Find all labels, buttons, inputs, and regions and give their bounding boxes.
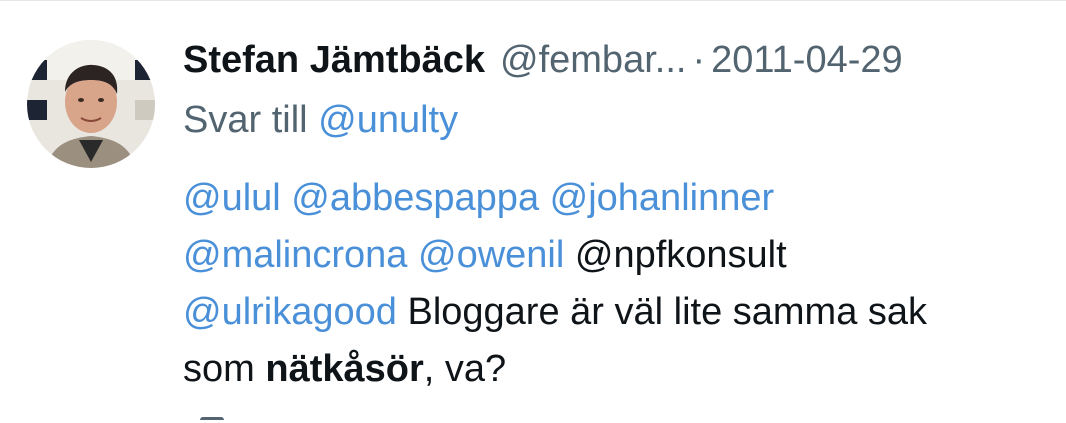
separator-dot: · — [692, 39, 706, 81]
tweet-body-text: som — [183, 348, 255, 390]
reply-to-mention[interactable]: @unulty — [318, 99, 458, 141]
mention-link[interactable]: @ulrikagood — [183, 291, 397, 333]
tweet-text-line: som nätkåsör, va? — [183, 341, 1063, 398]
tweet-bold-text: nätkåsör — [265, 348, 424, 390]
reply-prefix: Svar till — [183, 99, 308, 141]
tweet-date[interactable]: 2011-04-29 — [711, 38, 903, 82]
tweet-text-line: @ulrikagood Bloggare är väl lite samma s… — [183, 284, 1063, 341]
tweet-text-line: @ulul @abbespappa @johanlinner — [183, 170, 1063, 227]
avatar-photo-icon — [27, 40, 155, 168]
mention-link[interactable]: @abbespappa — [291, 177, 539, 219]
mention-link[interactable]: @owenil — [418, 234, 564, 276]
tweet-header: Stefan Jämtbäck @fembar... · 2011-04-29 — [183, 38, 903, 82]
author-avatar[interactable] — [27, 40, 155, 168]
author-handle[interactable]: @fembar... — [500, 38, 686, 82]
mention-link[interactable]: @malincrona — [183, 234, 407, 276]
mention-link[interactable]: @johanlinner — [550, 177, 775, 219]
tweet-text: @ulul @abbespappa @johanlinner @malincro… — [183, 170, 1063, 398]
tweet-text-line: @malincrona @owenil @npfkonsult — [183, 227, 1063, 284]
tweet-body-text: Bloggare är väl lite samma sak — [407, 291, 928, 333]
author-name[interactable]: Stefan Jämtbäck — [183, 38, 485, 82]
mention-link[interactable]: @ulul — [183, 177, 281, 219]
reply-icon[interactable] — [200, 417, 224, 423]
reply-context: Svar till @unulty — [183, 97, 458, 143]
tweet[interactable]: Stefan Jämtbäck @fembar... · 2011-04-29 … — [0, 0, 1066, 423]
tweet-body-text: , va? — [423, 348, 507, 390]
mention-plain-text: @npfkonsult — [574, 234, 787, 276]
